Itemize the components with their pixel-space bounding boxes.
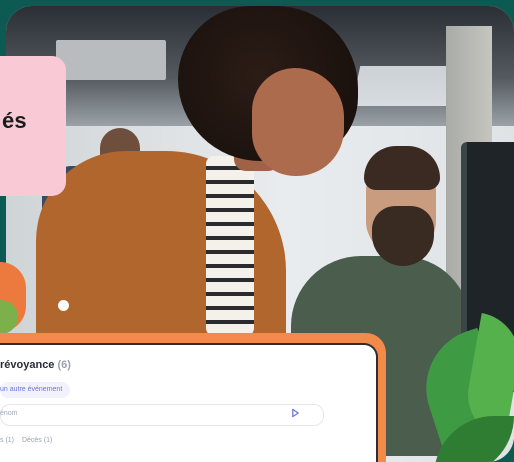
card-title: révoyance (6) (0, 359, 71, 371)
add-event-button[interactable]: un autre événement (0, 382, 71, 398)
decor-dot (58, 300, 69, 311)
man-beard (372, 206, 434, 266)
card-title-text: révoyance (0, 359, 55, 371)
send-arrow-icon[interactable] (291, 408, 300, 418)
filter-chip-deces[interactable]: Décès (1) (22, 437, 52, 444)
callout-text: és (2, 108, 27, 133)
striped-shirt (206, 156, 254, 336)
filter-chip[interactable]: s (1) (0, 437, 14, 444)
man-hair (364, 146, 440, 190)
search-input[interactable] (0, 404, 324, 426)
ceiling-vent (56, 40, 166, 80)
search-placeholder: énom (0, 410, 18, 417)
hero-frame: és révoyance (6) un autre événement énom… (0, 0, 514, 462)
filter-chips: s (1) Décès (1) (0, 437, 58, 444)
woman-face (252, 68, 344, 176)
card-title-count: (6) (57, 359, 71, 371)
